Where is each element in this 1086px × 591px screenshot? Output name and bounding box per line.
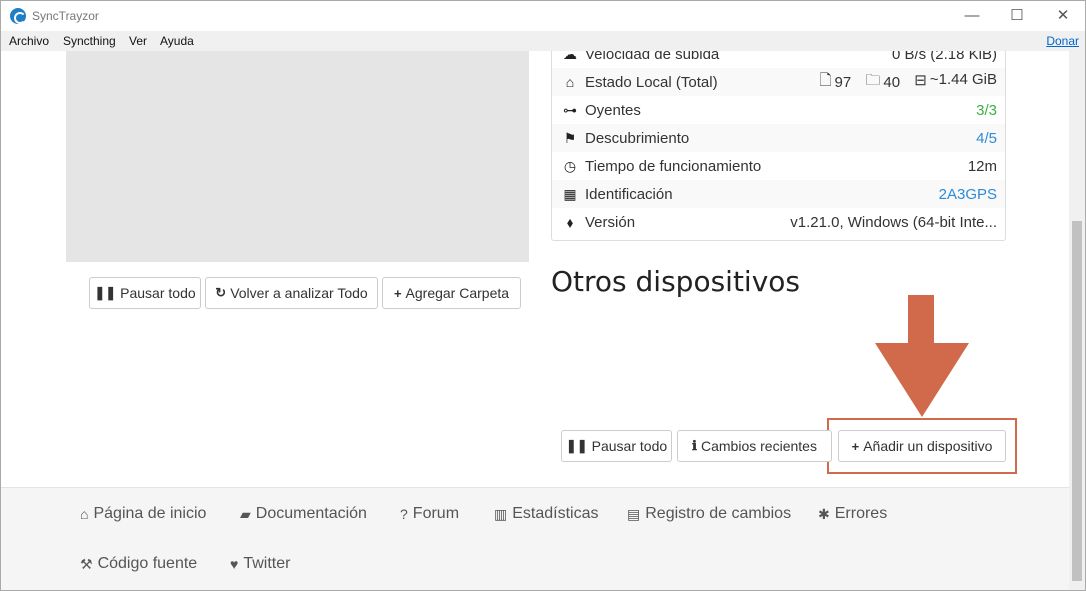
- book-icon: ▰: [240, 505, 251, 522]
- this-device-panel: ☁ Velocidad de subida 0 B/s (2.18 KiB) ⌂…: [551, 51, 1006, 241]
- maximize-button[interactable]: ☐: [1003, 5, 1031, 27]
- plus-icon: +: [851, 438, 860, 454]
- cloud-upload-icon: ☁: [563, 51, 577, 62]
- add-device-label: Añadir un dispositivo: [863, 438, 993, 454]
- footer-link-forum-label: Forum: [412, 505, 460, 522]
- home-icon: ⌂: [565, 74, 575, 90]
- synctrayzor-logo-icon: [10, 8, 26, 24]
- menu-bar: Archivo Syncthing Ver Ayuda Donar: [1, 31, 1085, 51]
- folder-icon: 🗀: [865, 71, 881, 89]
- local-state-row: ⌂ Estado Local (Total) 🗋 97 🗀 40 ⊟ ~1.44 Gi…: [552, 68, 1005, 96]
- upload-rate-label: Velocidad de subida: [585, 51, 720, 63]
- uptime-value: 12m: [967, 157, 997, 175]
- twitter-icon: ♥: [230, 556, 239, 572]
- close-button[interactable]: ✕: [1049, 5, 1077, 27]
- annotation-arrow-down-icon: [875, 295, 969, 417]
- discovery-row: ⚑ Descubrimiento 4/5: [552, 124, 1005, 152]
- window-title: SyncTrayzor: [32, 9, 99, 23]
- recent-changes-label: Cambios recientes: [701, 438, 817, 454]
- add-folder-button[interactable]: + Agregar Carpeta: [382, 277, 521, 309]
- pause-all-devices-label: Pausar todo: [591, 438, 668, 454]
- footer-link-documentation-label: Documentación: [255, 505, 367, 522]
- qrcode-icon: ▦: [563, 185, 577, 202]
- upload-rate-value: 0 B/s (2.18 KiB): [891, 51, 997, 63]
- recent-changes-button[interactable]: ℹ Cambios recientes: [677, 430, 832, 462]
- menu-archivo[interactable]: Archivo: [9, 34, 49, 48]
- bar-chart-icon: ▥: [494, 505, 508, 522]
- signpost-icon: ⚑: [563, 129, 577, 146]
- file-text-icon: ▤: [627, 505, 641, 522]
- scrollbar-thumb[interactable]: [1072, 221, 1082, 581]
- clock-icon: ◷: [563, 157, 577, 174]
- footer-link-source-code-label: Código fuente: [97, 555, 198, 572]
- discovery-label: Descubrimiento: [585, 129, 690, 147]
- folders-panel-placeholder: [66, 51, 529, 262]
- question-circle-icon: ?: [400, 506, 408, 522]
- listeners-value[interactable]: 3/3: [976, 102, 997, 119]
- footer-link-forum[interactable]: ? Forum: [400, 505, 459, 523]
- title-bar: SyncTrayzor — ☐ ✕: [1, 1, 1085, 31]
- footer-link-home-label: Página de inicio: [93, 505, 207, 522]
- other-devices-title: Otros dispositivos: [551, 265, 800, 298]
- upload-rate-row: ☁ Velocidad de subida 0 B/s (2.18 KiB): [552, 51, 1005, 68]
- disk-size: ⊟ ~1.44 GiB: [914, 71, 997, 89]
- menu-ayuda[interactable]: Ayuda: [160, 34, 194, 48]
- syncthing-web-view: ❚❚ Pausar todo ↻ Volver a analizar Todo …: [1, 51, 1069, 590]
- app-window: SyncTrayzor — ☐ ✕ Archivo Syncthing Ver …: [0, 0, 1086, 591]
- identification-label: Identificación: [585, 185, 673, 203]
- footer-link-home[interactable]: ⌂ Página de inicio: [80, 505, 206, 523]
- footer-link-twitter[interactable]: ♥ Twitter: [230, 555, 290, 573]
- uptime-row: ◷ Tiempo de funcionamiento 12m: [552, 152, 1005, 180]
- pause-icon: ❚❚: [565, 438, 588, 453]
- discovery-value[interactable]: 4/5: [976, 130, 997, 147]
- footer-link-changelog-label: Registro de cambios: [645, 505, 792, 522]
- refresh-icon: ↻: [215, 285, 227, 300]
- tag-icon: ⬧: [566, 213, 574, 230]
- info-circle-icon: ℹ: [692, 438, 697, 453]
- pause-icon: ❚❚: [94, 285, 117, 300]
- local-state-label: Estado Local (Total): [585, 73, 718, 91]
- listeners-label: Oyentes: [585, 101, 641, 119]
- bug-icon: ✱: [818, 505, 830, 522]
- file-count: 🗋 97: [819, 70, 851, 95]
- folder-count: 🗀 40: [865, 70, 900, 95]
- version-label: Versión: [585, 213, 636, 231]
- footer-link-bugs-label: Errores: [834, 505, 888, 522]
- listeners-row: ⊶ Oyentes 3/3: [552, 96, 1005, 124]
- version-value: v1.21.0, Windows (64-bit Inte...: [790, 213, 997, 231]
- uptime-label: Tiempo de funcionamiento: [585, 157, 762, 175]
- footer: ⌂ Página de inicio ▰ Documentación ? For…: [1, 487, 1069, 590]
- sitemap-icon: ⊶: [563, 101, 577, 118]
- footer-link-twitter-label: Twitter: [243, 555, 291, 572]
- rescan-all-label: Volver a analizar Todo: [230, 285, 368, 301]
- footer-link-statistics[interactable]: ▥ Estadísticas: [494, 505, 599, 523]
- version-row: ⬧ Versión v1.21.0, Windows (64-bit Inte.…: [552, 208, 1005, 236]
- rescan-all-button[interactable]: ↻ Volver a analizar Todo: [205, 277, 378, 309]
- pause-all-folders-button[interactable]: ❚❚ Pausar todo: [89, 277, 201, 309]
- local-state-value: 🗋 97 🗀 40 ⊟ ~1.44 GiB: [809, 70, 997, 95]
- wrench-icon: ⚒: [80, 555, 93, 572]
- device-id-link[interactable]: 2A3GPS: [939, 186, 997, 203]
- home-icon: ⌂: [80, 506, 89, 522]
- footer-link-changelog[interactable]: ▤ Registro de cambios: [627, 505, 791, 523]
- add-folder-label: Agregar Carpeta: [405, 285, 510, 301]
- footer-link-documentation[interactable]: ▰ Documentación: [240, 505, 367, 523]
- pause-all-devices-button[interactable]: ❚❚ Pausar todo: [561, 430, 672, 462]
- donate-link[interactable]: Donar: [1046, 34, 1079, 48]
- add-device-button[interactable]: + Añadir un dispositivo: [838, 430, 1006, 462]
- minimize-button[interactable]: —: [958, 5, 986, 27]
- pause-all-folders-label: Pausar todo: [120, 285, 196, 301]
- vertical-scrollbar[interactable]: [1069, 51, 1085, 590]
- hdd-icon: ⊟: [914, 71, 927, 89]
- file-icon: 🗋: [819, 71, 832, 89]
- footer-link-source-code[interactable]: ⚒ Código fuente: [80, 555, 197, 573]
- identification-row: ▦ Identificación 2A3GPS: [552, 180, 1005, 208]
- menu-syncthing[interactable]: Syncthing: [63, 34, 116, 48]
- plus-icon: +: [393, 285, 402, 301]
- footer-link-statistics-label: Estadísticas: [512, 505, 599, 522]
- menu-ver[interactable]: Ver: [129, 34, 147, 48]
- footer-link-bugs[interactable]: ✱ Errores: [818, 505, 887, 523]
